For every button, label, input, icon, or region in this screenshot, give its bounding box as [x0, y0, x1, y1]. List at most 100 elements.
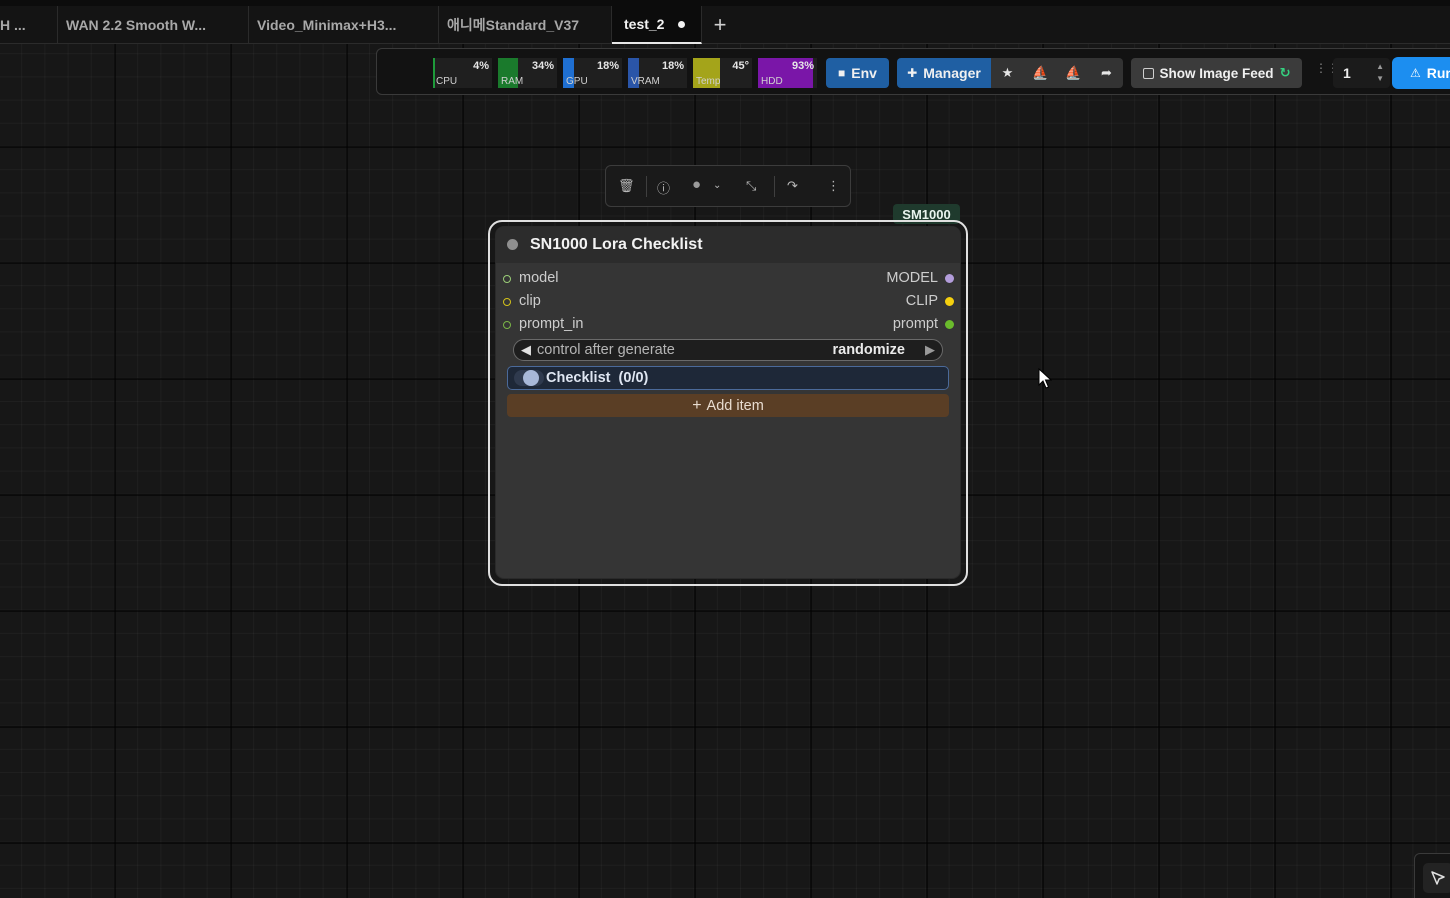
tab-workflow-3[interactable]: Video_Minimax+H3... — [249, 6, 439, 44]
checklist-widget[interactable]: Checklist (0/0) — [507, 366, 949, 390]
cpu-monitor: 4% CPU — [433, 58, 492, 88]
env-button[interactable]: ■ Env — [826, 58, 889, 88]
image-feed-icon — [1142, 67, 1154, 79]
combo-prev-arrow-icon[interactable]: ◀ — [521, 342, 531, 358]
show-image-feed-button[interactable]: Show Image Feed ↻ — [1131, 58, 1302, 88]
monitor-value: 4% — [473, 60, 489, 72]
temp-monitor: 45° Temp — [693, 58, 752, 88]
combo-next-arrow-icon[interactable]: ▶ — [925, 342, 935, 358]
ram-monitor: 34% RAM — [498, 58, 557, 88]
puzzle-icon: ✚ — [907, 66, 918, 80]
combo-label: control after generate — [537, 342, 675, 358]
chevron-down-icon[interactable]: ⌄ — [713, 180, 721, 191]
output-slot-prompt[interactable] — [945, 320, 954, 329]
database-icon: ■ — [838, 66, 846, 80]
input-slot-model[interactable] — [503, 275, 511, 283]
slot-row-prompt: prompt_in prompt — [496, 315, 960, 335]
tab-label: Video_Minimax+H3... — [257, 17, 397, 33]
stepper-arrows-icon[interactable]: ▲ ▼ — [1376, 61, 1384, 85]
node-title: SN1000 Lora Checklist — [530, 236, 703, 253]
warning-icon: ⚠ — [1410, 66, 1421, 80]
add-item-button[interactable]: + Add item — [507, 394, 949, 417]
gpu-monitor: 18% GPU — [563, 58, 622, 88]
tab-label: test_2 — [624, 16, 665, 32]
sailboat-alt-icon: ⛵ — [1065, 65, 1082, 80]
vram-monitor: 18% VRAM — [628, 58, 687, 88]
bypass-icon[interactable]: ↷ — [787, 178, 798, 194]
batch-count-input[interactable]: 1 ▲ ▼ — [1333, 58, 1390, 88]
unsaved-dot-icon[interactable] — [678, 20, 686, 28]
monitor-fill — [433, 58, 436, 88]
lora-checklist-node[interactable]: SN1000 Lora Checklist model MODEL clip C… — [496, 227, 960, 578]
tab-workflow-2[interactable]: WAN 2.2 Smooth W... — [58, 6, 249, 44]
select-mode-button[interactable] — [1423, 863, 1450, 893]
star-icon: ★ — [1001, 65, 1014, 80]
share-button[interactable]: ➦ — [1090, 58, 1123, 88]
control-after-generate-combo[interactable]: ◀ control after generate randomize ▶ — [513, 339, 943, 361]
node-title-bar[interactable]: SN1000 Lora Checklist — [496, 227, 960, 263]
monitor-label: RAM — [501, 76, 524, 87]
run-button[interactable]: ⚠ Run — [1392, 57, 1450, 89]
show-image-feed-label: Show Image Feed — [1159, 65, 1274, 81]
output-slot-model[interactable] — [945, 274, 954, 283]
workflow-share-alt-button[interactable]: ⛵ — [1057, 58, 1090, 88]
new-tab-button[interactable]: + — [702, 6, 738, 43]
trash-icon[interactable]: 🗑 — [618, 178, 635, 194]
hdd-monitor: 93% HDD — [758, 58, 817, 88]
input-label-prompt-in: prompt_in — [519, 316, 584, 332]
top-toolbar: 4% CPU 34% RAM 18% GPU 18% VRAM 45° Temp… — [376, 48, 1450, 95]
monitor-value: 18% — [596, 60, 619, 72]
monitor-label: CPU — [436, 76, 458, 87]
output-label-clip: CLIP — [905, 293, 938, 309]
selection-toolbox: 🗑 ⓘ ● ⌄ ⤡ ↷ ⋮ — [605, 165, 851, 207]
tab-workflow-active[interactable]: test_2 — [612, 6, 702, 44]
output-label-model: MODEL — [886, 270, 938, 286]
input-label-clip: clip — [519, 293, 541, 309]
collapse-icon[interactable]: ⤡ — [746, 178, 756, 194]
canvas-mode-panel — [1414, 853, 1450, 898]
batch-count-value: 1 — [1343, 65, 1351, 81]
input-slot-clip[interactable] — [503, 298, 511, 306]
workflow-share-button[interactable]: ⛵ — [1024, 58, 1057, 88]
add-item-label: Add item — [706, 397, 764, 414]
tab-label: WAN 2.2 Smooth W... — [66, 17, 207, 33]
refresh-icon: ↻ — [1279, 65, 1291, 80]
color-picker-icon[interactable]: ● — [692, 176, 701, 193]
slot-row-clip: clip CLIP — [496, 292, 960, 312]
star-button[interactable]: ★ — [991, 58, 1024, 88]
tab-workflow-4[interactable]: 애니메Standard_V37 — [439, 6, 612, 44]
more-options-icon[interactable]: ⋮ — [827, 178, 840, 194]
checklist-title: Checklist — [546, 370, 611, 386]
tab-label: H ... — [0, 17, 26, 33]
env-button-label: Env — [851, 65, 877, 81]
toolbox-divider — [646, 176, 647, 197]
input-label-model: model — [519, 270, 559, 286]
sailboat-icon: ⛵ — [1032, 65, 1049, 80]
monitor-value: 18% — [661, 60, 684, 72]
combo-value: randomize — [832, 342, 905, 358]
toolbox-divider — [774, 176, 775, 197]
toggle-knob — [523, 370, 539, 386]
output-label-prompt: prompt — [892, 316, 938, 332]
tab-label: 애니메Standard_V37 — [447, 17, 580, 33]
monitor-label: HDD — [761, 76, 783, 87]
output-slot-clip[interactable] — [945, 297, 954, 306]
manager-button-label: Manager — [923, 65, 981, 81]
checklist-label: Checklist (0/0) — [546, 370, 648, 386]
monitor-value: 34% — [531, 60, 554, 72]
checklist-toggle[interactable] — [514, 370, 544, 386]
run-button-label: Run — [1426, 65, 1450, 81]
plus-icon: + — [692, 396, 702, 414]
monitor-label: Temp — [696, 76, 721, 87]
collapse-dot-icon[interactable] — [507, 239, 518, 250]
info-icon[interactable]: ⓘ — [657, 178, 670, 197]
share-arrow-icon: ➦ — [1101, 65, 1112, 80]
manager-button[interactable]: ✚ Manager — [897, 58, 991, 88]
monitor-label: GPU — [566, 76, 588, 87]
drag-handle-icon[interactable]: ⋮⋮ — [1315, 62, 1339, 81]
checklist-count: (0/0) — [618, 370, 649, 386]
tab-workflow-1[interactable]: H ... — [0, 6, 58, 44]
monitor-value: 93% — [791, 60, 814, 72]
monitor-value: 45° — [732, 60, 749, 72]
input-slot-prompt-in[interactable] — [503, 321, 511, 329]
